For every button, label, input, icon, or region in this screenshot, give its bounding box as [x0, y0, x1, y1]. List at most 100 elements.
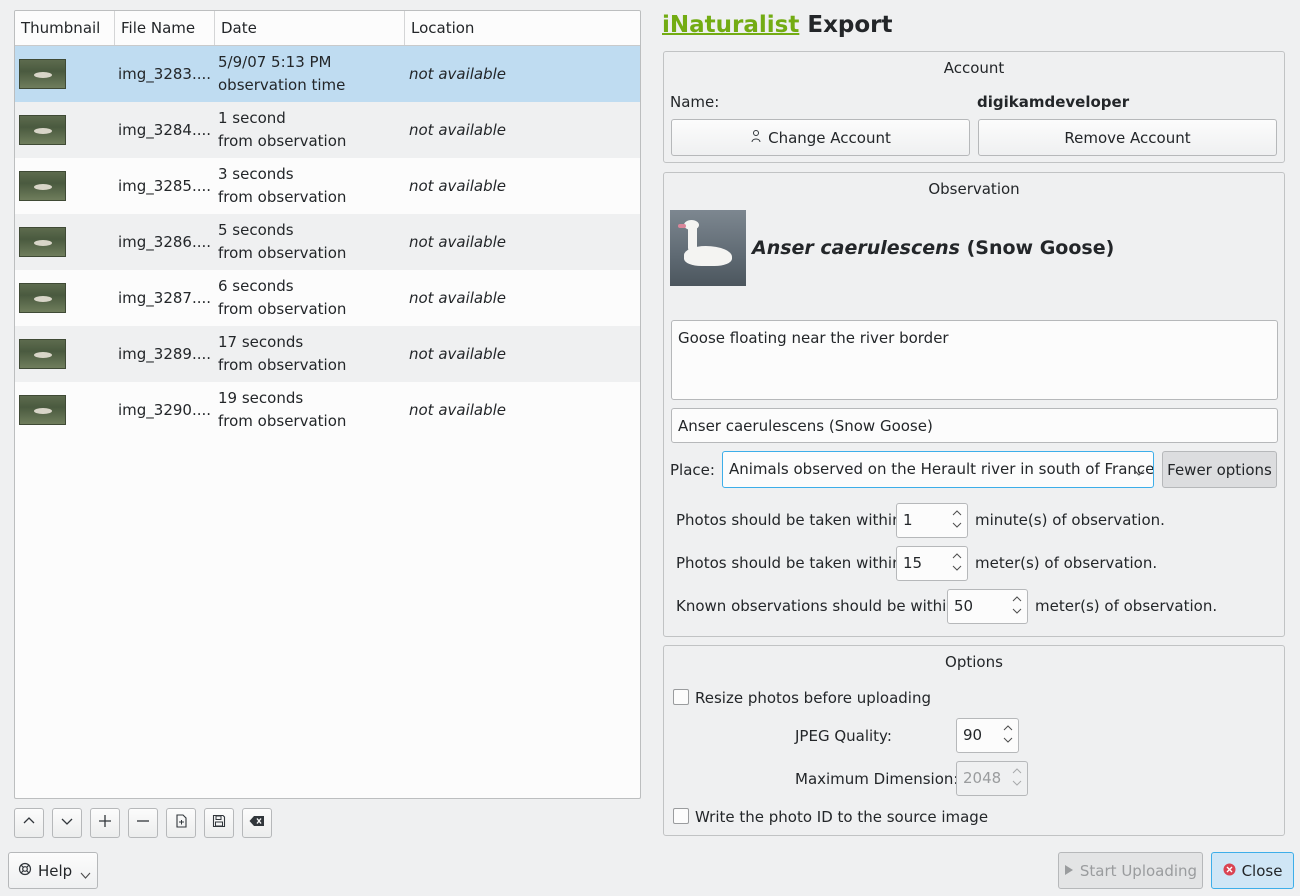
account-name-value: digikamdeveloper: [977, 93, 1130, 111]
image-list[interactable]: Thumbnail File Name Date Location img_32…: [14, 10, 641, 799]
file-name: img_3286....: [118, 233, 212, 251]
location: not available: [409, 177, 507, 195]
thumbnail-image: [19, 115, 66, 145]
remove-account-button[interactable]: Remove Account: [978, 119, 1277, 156]
table-row[interactable]: img_3284.... 1 second from observation no…: [15, 102, 640, 158]
minus-icon: [136, 814, 150, 832]
table-row[interactable]: img_3290.... 19 seconds from observation …: [15, 382, 640, 438]
max-dimension-label: Maximum Dimension:: [795, 770, 959, 788]
remove-images-button[interactable]: [128, 808, 158, 838]
options-group: Options Resize photos before uploading J…: [663, 645, 1285, 836]
jpeg-quality-spinbox[interactable]: 90: [956, 718, 1019, 753]
write-photo-id-checkbox[interactable]: [673, 808, 689, 824]
table-row[interactable]: img_3289.... 17 seconds from observation …: [15, 326, 640, 382]
account-name-label: Name:: [670, 93, 720, 111]
date-line2: from observation: [218, 188, 347, 206]
play-icon: [1064, 862, 1074, 880]
move-up-button[interactable]: [14, 808, 44, 838]
observation-group: Observation Anser caerulescens (Snow Goo…: [663, 172, 1285, 637]
column-header-location[interactable]: Location: [405, 11, 640, 45]
options-group-title: Options: [945, 653, 1003, 671]
taxon-latin-name: Anser caerulescens: [752, 237, 960, 259]
column-header-file-name[interactable]: File Name: [115, 11, 215, 45]
time-within-value: 1: [903, 511, 913, 529]
chevron-down-icon: [60, 814, 74, 832]
observation-description-field[interactable]: Goose floating near the river border: [671, 320, 1278, 400]
location: not available: [409, 345, 507, 363]
clear-list-icon: [249, 814, 265, 832]
brand-name[interactable]: iNaturalist: [662, 12, 799, 38]
date-line1: 3 seconds: [218, 165, 294, 183]
date-line1: 1 second: [218, 109, 286, 127]
known-observations-value: 50: [954, 597, 974, 615]
table-row[interactable]: img_3286.... 5 seconds from observation n…: [15, 214, 640, 270]
load-list-button[interactable]: [166, 808, 196, 838]
taxon-common-name: (Snow Goose): [959, 237, 1115, 259]
file-name: img_3287....: [118, 289, 212, 307]
move-down-button[interactable]: [52, 808, 82, 838]
spin-arrows-icon[interactable]: [951, 507, 963, 534]
date-line2: observation time: [218, 76, 346, 94]
taxon-name: Anser caerulescens (Snow Goose): [752, 237, 1114, 259]
change-account-button[interactable]: Change Account: [671, 119, 970, 156]
start-uploading-button[interactable]: Start Uploading: [1058, 852, 1203, 889]
spin-arrows-icon[interactable]: [951, 550, 963, 577]
time-within-spinbox[interactable]: 1: [896, 503, 968, 538]
table-row[interactable]: img_3283.... 5/9/07 5:13 PM observation t…: [15, 46, 640, 102]
known-observations-label: Known observations should be within: [676, 597, 956, 615]
date-line2: from observation: [218, 132, 347, 150]
remove-account-label: Remove Account: [1064, 128, 1191, 147]
load-list-icon: [174, 814, 188, 832]
location: not available: [409, 401, 507, 419]
spin-arrows-icon[interactable]: [1011, 593, 1023, 620]
date-line2: from observation: [218, 300, 347, 318]
location: not available: [409, 65, 507, 83]
clear-list-button[interactable]: [242, 808, 272, 838]
jpeg-quality-value: 90: [963, 726, 983, 744]
table-row[interactable]: img_3285.... 3 seconds from observation n…: [15, 158, 640, 214]
help-icon: [18, 862, 32, 880]
resize-photos-label[interactable]: Resize photos before uploading: [695, 689, 931, 707]
file-name: img_3285....: [118, 177, 212, 195]
known-observations-spinbox[interactable]: 50: [947, 589, 1028, 624]
resize-photos-checkbox[interactable]: [673, 689, 689, 705]
max-dimension-value: 2048: [963, 769, 1002, 787]
distance-within-value: 15: [903, 554, 923, 572]
thumbnail-image: [19, 395, 66, 425]
date-line2: from observation: [218, 244, 347, 262]
known-observations-unit: meter(s) of observation.: [1035, 597, 1218, 615]
close-label: Close: [1241, 861, 1283, 880]
list-header: Thumbnail File Name Date Location: [15, 11, 640, 46]
column-header-thumbnail[interactable]: Thumbnail: [15, 11, 115, 45]
fewer-options-button[interactable]: Fewer options: [1162, 451, 1277, 488]
column-header-date[interactable]: Date: [215, 11, 405, 45]
write-photo-id-label[interactable]: Write the photo ID to the source image: [695, 808, 988, 826]
taxon-search-input[interactable]: Anser caerulescens (Snow Goose): [671, 408, 1278, 443]
max-dimension-spinbox[interactable]: 2048: [956, 761, 1028, 796]
spin-arrows-icon[interactable]: [1002, 722, 1014, 749]
fewer-options-label: Fewer options: [1167, 460, 1272, 479]
list-toolbar: [14, 808, 280, 838]
location: not available: [409, 121, 507, 139]
add-images-button[interactable]: [90, 808, 120, 838]
date-line2: from observation: [218, 412, 347, 430]
save-list-icon: [212, 814, 226, 832]
location: not available: [409, 289, 507, 307]
spin-arrows-icon[interactable]: [1011, 765, 1023, 792]
distance-within-unit: meter(s) of observation.: [975, 554, 1158, 572]
account-group: Account Name: digikamdeveloper Change Ac…: [663, 51, 1285, 163]
save-list-button[interactable]: [204, 808, 234, 838]
page-title: iNaturalist Export: [662, 12, 893, 38]
thumbnail-image: [19, 59, 66, 89]
close-button[interactable]: Close: [1211, 852, 1294, 889]
help-button[interactable]: Help: [8, 852, 98, 889]
taxon-photo: [670, 210, 746, 286]
user-icon: [750, 129, 762, 146]
title-suffix: Export: [799, 12, 893, 38]
distance-within-spinbox[interactable]: 15: [896, 546, 968, 581]
chevron-down-icon: [80, 866, 91, 884]
place-combobox[interactable]: Animals observed on the Herault river in…: [722, 451, 1154, 488]
place-value: Animals observed on the Herault river in…: [729, 460, 1154, 478]
date-line1: 5 seconds: [218, 221, 294, 239]
table-row[interactable]: img_3287.... 6 seconds from observation n…: [15, 270, 640, 326]
